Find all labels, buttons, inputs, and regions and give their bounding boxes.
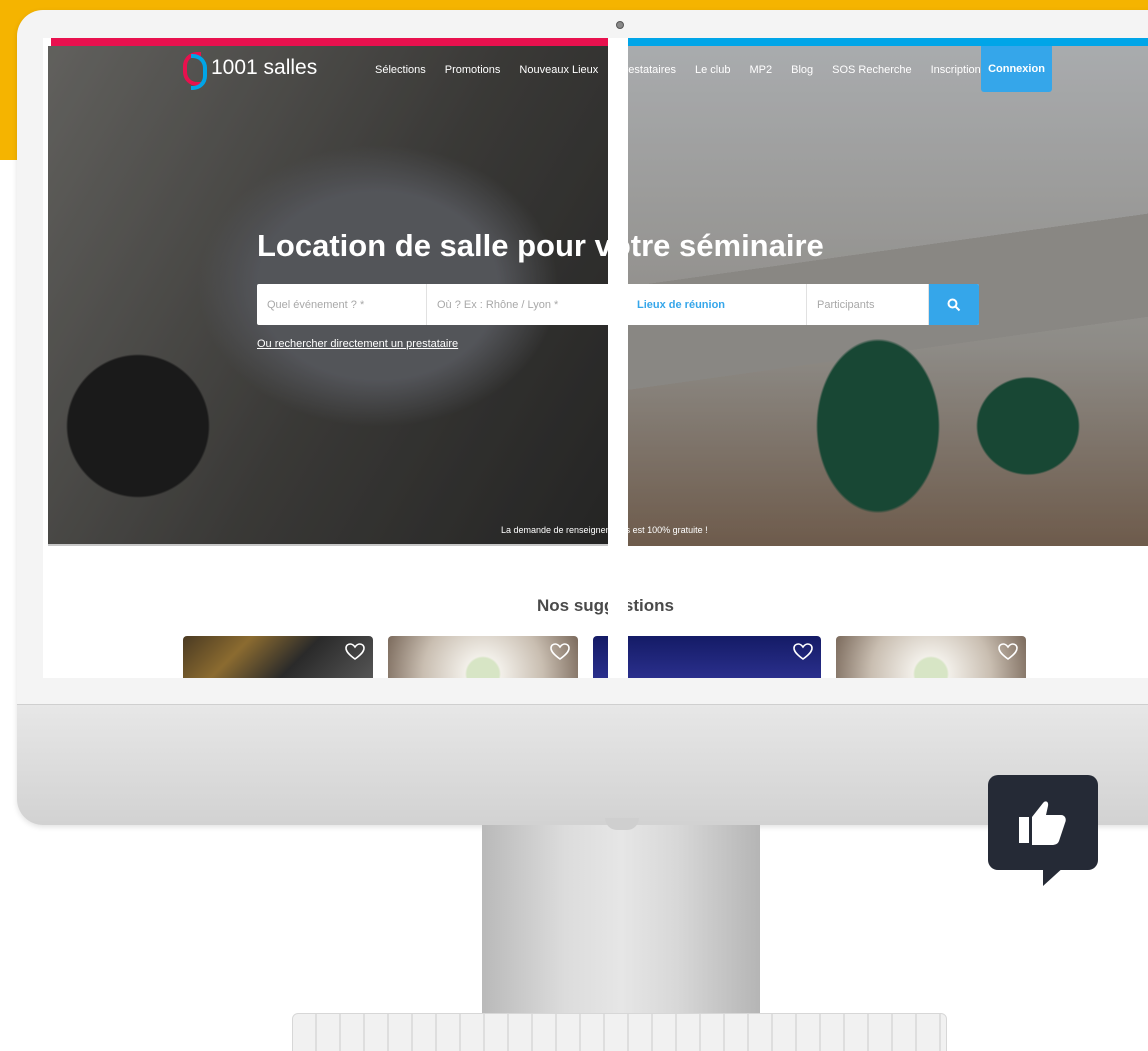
imac-stand	[482, 825, 760, 1015]
camera-icon	[616, 21, 624, 29]
browser-screen: 1001 salles Sélections Promotions Nouvea…	[43, 38, 1148, 678]
search-icon	[947, 298, 961, 311]
location-input[interactable]: Où ? Ex : Rhône / Lyon *	[427, 284, 627, 325]
heart-icon[interactable]	[793, 643, 813, 661]
imac-chin	[17, 704, 1148, 825]
suggestion-card[interactable]	[183, 636, 373, 678]
main-nav: Sélections Promotions Nouveaux Lieux Pre…	[375, 64, 981, 76]
free-request-note: La demande de renseignements est 100% gr…	[501, 525, 708, 535]
thumbs-up-icon	[1019, 800, 1066, 845]
hero-title: Location de salle pour votre séminaire	[257, 228, 824, 263]
search-button[interactable]	[929, 284, 979, 325]
search-provider-link[interactable]: Ou rechercher directement un prestataire	[257, 338, 458, 350]
top-strip-blue	[628, 38, 1148, 46]
nav-item-blog[interactable]: Blog	[791, 64, 813, 76]
heart-icon[interactable]	[345, 643, 365, 661]
thumbs-up-badge	[988, 775, 1098, 870]
suggestion-cards	[183, 636, 1026, 678]
keyboard	[292, 1013, 947, 1051]
top-strip-pink	[51, 38, 608, 46]
image-seam	[608, 38, 628, 678]
event-input[interactable]: Quel événement ? *	[257, 284, 427, 325]
venue-type-select[interactable]: Lieux de réunion	[627, 284, 807, 325]
stage: 1001 salles Sélections Promotions Nouvea…	[0, 0, 1148, 1051]
nav-item-le-club[interactable]: Le club	[695, 64, 730, 76]
nav-item-mp2[interactable]: MP2	[749, 64, 772, 76]
suggestion-card[interactable]	[388, 636, 578, 678]
heart-icon[interactable]	[550, 643, 570, 661]
nav-item-selections[interactable]: Sélections	[375, 64, 426, 76]
logo-text: 1001 salles	[211, 56, 318, 79]
location-pin-icon	[183, 52, 207, 90]
heart-icon[interactable]	[998, 643, 1018, 661]
nav-item-nouveaux-lieux[interactable]: Nouveaux Lieux	[519, 64, 598, 76]
nav-item-inscription[interactable]: Inscription	[931, 64, 981, 76]
nav-item-sos-recherche[interactable]: SOS Recherche	[832, 64, 911, 76]
suggestion-card[interactable]	[836, 636, 1026, 678]
suggestions-title: Nos suggestions	[537, 596, 674, 615]
participants-input[interactable]: Participants	[807, 284, 929, 325]
badge-tail	[1043, 866, 1065, 886]
nav-item-promotions[interactable]: Promotions	[445, 64, 501, 76]
site-logo[interactable]: 1001 salles	[183, 52, 318, 90]
login-button[interactable]: Connexion	[981, 46, 1052, 92]
